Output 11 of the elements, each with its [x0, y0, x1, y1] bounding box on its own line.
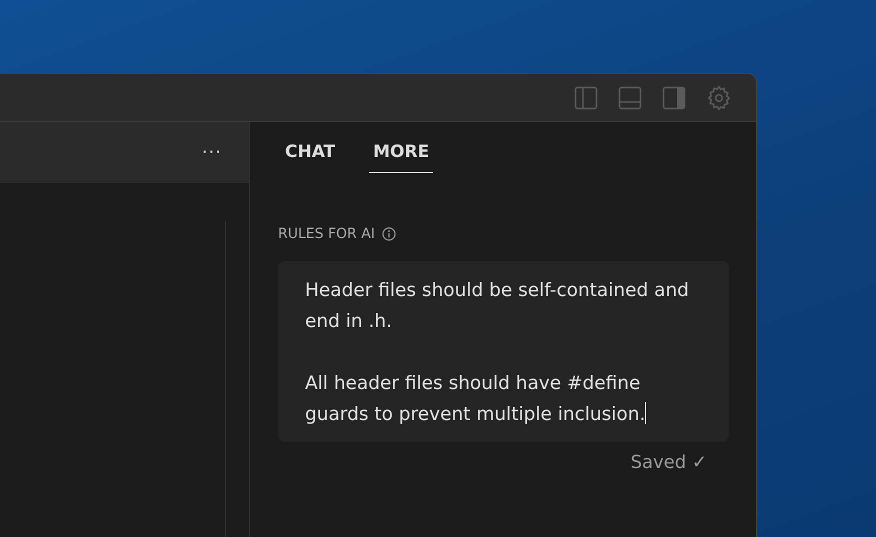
- more-actions-button[interactable]: ···: [202, 142, 222, 163]
- panel-tab[interactable]: CHAT: [281, 142, 340, 173]
- panel-layout-icon[interactable]: [618, 86, 642, 110]
- settings-icon[interactable]: [706, 84, 732, 110]
- section-label: RULES FOR AI: [278, 226, 375, 242]
- sidebar-layout-icon[interactable]: [574, 86, 598, 110]
- secondary-sidebar-icon[interactable]: [662, 86, 686, 110]
- panel-tab[interactable]: MORE: [369, 142, 434, 173]
- saved-status: Saved ✓: [630, 452, 707, 473]
- rules-field[interactable]: Header files should be self-contained and end in .h. All header files should have #define guards to prevent multiple inclusion.: [278, 261, 729, 442]
- info-icon[interactable]: [382, 227, 396, 241]
